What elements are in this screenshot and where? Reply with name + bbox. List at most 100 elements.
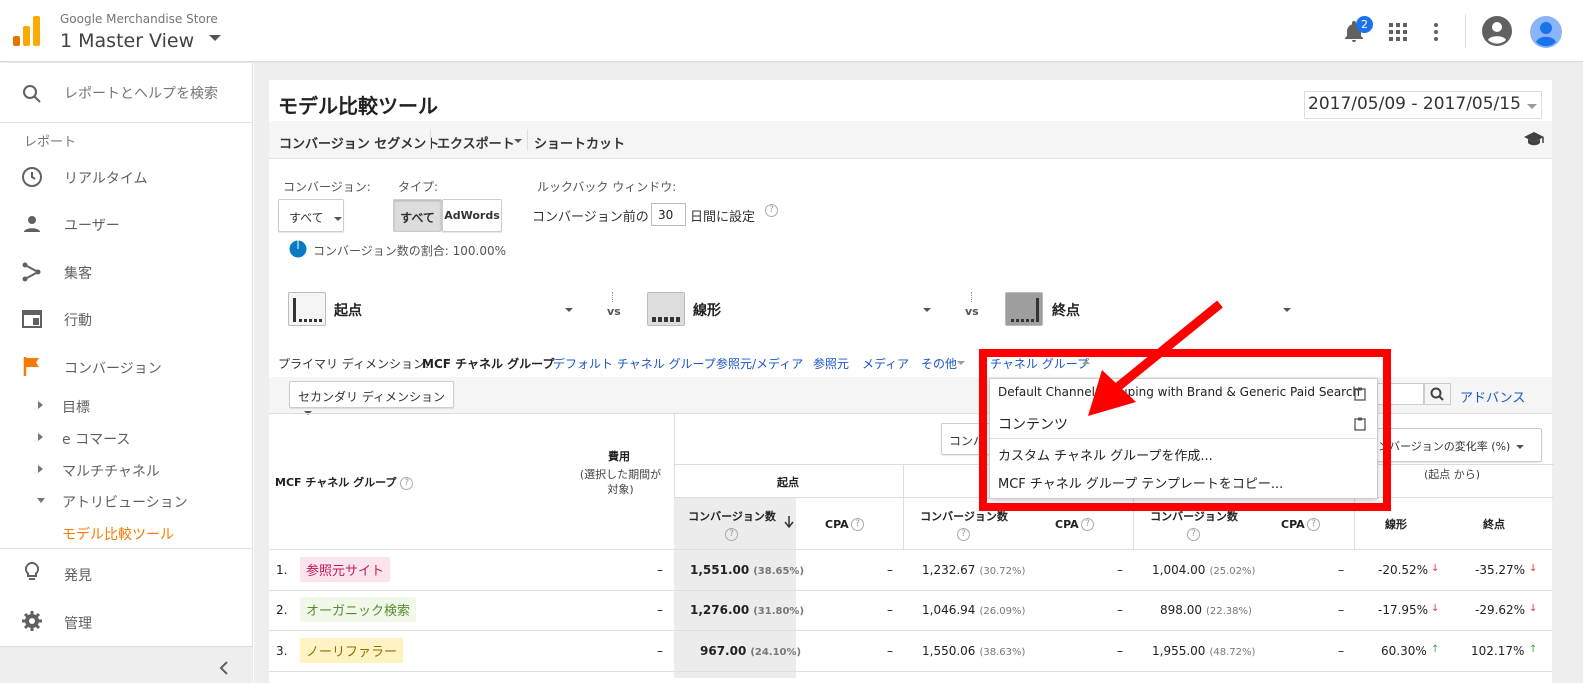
col-header-linear-cpa[interactable]: CPA xyxy=(1055,518,1079,531)
dimension-medium[interactable]: メディア xyxy=(862,355,909,372)
conversion-select[interactable]: すべて xyxy=(278,199,344,232)
expand-triangle-icon[interactable] xyxy=(38,465,43,473)
annotation-arrow-icon xyxy=(1088,300,1223,416)
linear-conv-value: 1,550.06 xyxy=(922,644,976,658)
lightbulb-icon xyxy=(24,561,40,580)
help-icon[interactable]: ? xyxy=(957,528,970,541)
dimension-source-medium[interactable]: 参照元/メディア xyxy=(716,355,803,372)
sidebar-item-admin[interactable]: 管理 xyxy=(64,613,92,633)
shortcut-button[interactable]: ショートカット xyxy=(534,133,625,152)
sidebar-item-discover[interactable]: 発見 xyxy=(64,565,92,585)
segment-button[interactable]: コンバージョン セグメント xyxy=(279,133,439,152)
date-range-text: 2017/05/09 - 2017/05/15 xyxy=(1308,94,1521,114)
chevron-down-icon[interactable] xyxy=(1283,308,1291,312)
channel-tag[interactable]: 参照元サイト xyxy=(300,557,391,582)
model-2-label[interactable]: 線形 xyxy=(693,300,721,320)
dimension-source[interactable]: 参照元 xyxy=(813,355,849,372)
sidebar-item-acquisition[interactable]: 集客 xyxy=(64,263,92,283)
lookback-days-input[interactable]: 30 xyxy=(651,203,686,226)
page-title: モデル比較ツール xyxy=(278,94,438,118)
first-conv-value: 1,276.00 xyxy=(690,603,750,617)
chevron-left-icon[interactable] xyxy=(219,661,229,675)
more-vert-icon[interactable] xyxy=(1432,22,1440,42)
arrow-down-red-icon: ↓ xyxy=(1529,603,1538,614)
sidebar-search-input[interactable]: レポートとヘルプを検索 xyxy=(64,83,218,103)
model-1-label[interactable]: 起点 xyxy=(334,300,362,320)
chevron-down-icon[interactable] xyxy=(565,308,573,312)
search-icon[interactable] xyxy=(21,83,43,105)
behavior-icon xyxy=(22,310,42,328)
col-header-first-cpa[interactable]: CPA xyxy=(825,518,849,531)
collapse-triangle-icon[interactable] xyxy=(37,498,45,503)
change-linear-cell: -17.95% xyxy=(1378,603,1429,617)
col-header-first-conv[interactable]: コンバージョン数 xyxy=(688,508,776,524)
sidebar-item-attribution[interactable]: アトリビューション xyxy=(62,492,188,512)
col-header-channel-group[interactable]: MCF チャネル グループ ? xyxy=(275,474,414,490)
vs-divider xyxy=(971,292,972,302)
change-select[interactable]: ンバージョンの変化率 (%) xyxy=(1372,428,1542,462)
help-icon[interactable]: ? xyxy=(1081,518,1094,531)
expand-triangle-icon[interactable] xyxy=(38,433,43,441)
view-selector[interactable]: 1 Master View xyxy=(60,30,194,52)
col-header-change-last[interactable]: 終点 xyxy=(1483,516,1505,532)
sort-down-arrow-icon[interactable] xyxy=(784,516,794,528)
type-adwords-button[interactable]: AdWords xyxy=(442,199,502,232)
first-interaction-model-icon xyxy=(288,292,326,326)
toolbar-divider xyxy=(430,129,431,151)
cpa-cell: – xyxy=(887,603,893,617)
help-icon[interactable]: ? xyxy=(765,204,778,217)
sidebar-item-model-comparison[interactable]: モデル比較ツール xyxy=(62,524,174,544)
chevron-down-icon[interactable] xyxy=(209,35,221,41)
secondary-dimension-select[interactable]: セカンダリ ディメンション xyxy=(289,381,454,415)
chevron-down-icon xyxy=(514,139,522,143)
chevron-down-icon xyxy=(1515,445,1524,449)
help-icon[interactable]: ? xyxy=(1307,518,1320,531)
help-icon[interactable]: ? xyxy=(400,476,414,490)
chevron-down-icon[interactable] xyxy=(923,308,931,312)
dimension-other[interactable]: その他 xyxy=(921,355,957,372)
col-header-change-linear[interactable]: 線形 xyxy=(1385,516,1407,532)
clock-icon xyxy=(22,167,42,187)
last-conv-cell: 898.00 (22.38%) xyxy=(1160,603,1252,617)
chevron-down-icon xyxy=(1527,104,1537,109)
sidebar-divider xyxy=(0,122,253,123)
account-circle-icon[interactable] xyxy=(1481,15,1513,47)
type-all-button[interactable]: すべて xyxy=(393,199,442,232)
col-header-cost[interactable]: 費用 xyxy=(608,448,630,464)
conversion-share: コンバージョン数の割合: 100.00% xyxy=(313,244,507,258)
analytics-logo-icon[interactable] xyxy=(13,16,41,46)
change-linear-cell: -20.52% xyxy=(1378,563,1429,577)
search-button[interactable] xyxy=(1424,383,1451,405)
avatar[interactable] xyxy=(1529,15,1563,49)
last-conv-pct: (22.38%) xyxy=(1206,606,1252,617)
linear-conv-value: 1,046.94 xyxy=(922,603,976,617)
graduation-cap-icon[interactable] xyxy=(1523,131,1545,147)
sidebar-item-realtime[interactable]: リアルタイム xyxy=(64,168,148,188)
linear-conv-cell: 1,550.06 (38.63%) xyxy=(922,644,1025,658)
sidebar-item-multichannel[interactable]: マルチチャネル xyxy=(62,461,160,481)
export-button[interactable]: エクスポート xyxy=(437,133,515,152)
dimension-active[interactable]: MCF チャネル グループ xyxy=(422,355,554,372)
cpa-cell: – xyxy=(1117,644,1123,658)
apps-grid-icon[interactable] xyxy=(1388,22,1408,42)
sidebar-item-behavior[interactable]: 行動 xyxy=(64,310,92,330)
sidebar-item-conversions[interactable]: コンバージョン xyxy=(64,358,162,378)
last-conv-value: 1,955.00 xyxy=(1152,644,1206,658)
row-number: 3. xyxy=(276,644,288,658)
change-last-cell: -35.27% xyxy=(1475,563,1526,577)
help-icon[interactable]: ? xyxy=(1187,528,1200,541)
col-header-last-cpa[interactable]: CPA xyxy=(1281,518,1305,531)
dimension-default-channel[interactable]: デフォルト チャネル グループ xyxy=(553,355,716,372)
linear-conv-cell: 1,046.94 (26.09%) xyxy=(922,603,1025,617)
channel-tag[interactable]: ノーリファラー xyxy=(300,638,404,663)
sidebar-item-goals[interactable]: 目標 xyxy=(62,397,90,417)
linear-conv-pct: (30.72%) xyxy=(979,566,1026,577)
date-range-picker[interactable]: 2017/05/09 - 2017/05/15 xyxy=(1304,91,1542,119)
sidebar-item-audience[interactable]: ユーザー xyxy=(64,215,120,235)
advanced-link[interactable]: アドバンス xyxy=(1460,387,1525,406)
help-icon[interactable]: ? xyxy=(725,528,738,541)
expand-triangle-icon[interactable] xyxy=(38,401,43,409)
help-icon[interactable]: ? xyxy=(851,518,864,531)
sidebar-item-ecommerce[interactable]: e コマース xyxy=(62,429,130,449)
channel-tag[interactable]: オーガニック検索 xyxy=(300,597,417,622)
